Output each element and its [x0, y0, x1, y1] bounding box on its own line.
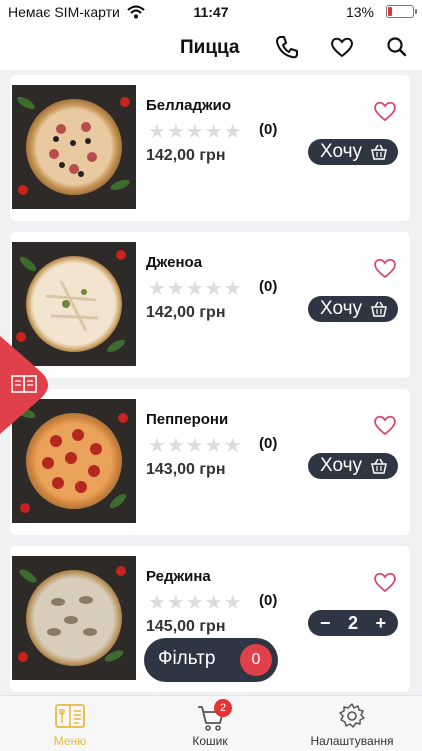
filter-button[interactable]: Фільтр 0	[144, 638, 278, 682]
tab-menu[interactable]: Меню	[40, 696, 100, 751]
product-name: Реджина	[146, 568, 211, 585]
product-price: 142,00 грн	[146, 304, 226, 321]
filter-label: Фільтр	[158, 648, 216, 669]
product-price: 145,00 грн	[146, 618, 226, 635]
side-menu-tab[interactable]	[0, 336, 56, 434]
rating-count: (0)	[259, 278, 278, 295]
want-label: Хочу	[320, 455, 363, 476]
header: Пицца	[0, 24, 422, 70]
product-card[interactable]: Дженоа ★★★★★ (0) 142,00 грн Хочу	[10, 232, 410, 378]
product-name: Дженоа	[146, 254, 203, 271]
rating-stars[interactable]: ★★★★★	[148, 433, 243, 458]
basket-icon	[371, 458, 387, 474]
product-price: 142,00 грн	[146, 147, 226, 164]
product-name: Пепперони	[146, 411, 229, 428]
heart-icon[interactable]	[372, 413, 398, 437]
product-price: 143,00 грн	[146, 461, 226, 478]
gear-icon	[339, 703, 365, 728]
tab-cart[interactable]: 2 Кошик	[180, 696, 240, 751]
rating-stars[interactable]: ★★★★★	[148, 119, 243, 144]
favorites-icon[interactable]	[329, 34, 355, 60]
rating-count: (0)	[259, 592, 278, 609]
heart-icon[interactable]	[372, 99, 398, 123]
increment-button[interactable]: +	[375, 610, 386, 636]
tab-label: Меню	[53, 734, 87, 748]
product-name: Белладжио	[146, 97, 232, 114]
want-button[interactable]: Хочу	[308, 453, 398, 479]
product-list[interactable]: Белладжио ★★★★★ (0) 142,00 грн Хочу Джен…	[0, 70, 422, 695]
rating-count: (0)	[259, 121, 278, 138]
basket-icon	[371, 144, 387, 160]
menu-book-icon	[55, 704, 85, 728]
product-image	[12, 556, 136, 680]
want-button[interactable]: Хочу	[308, 296, 398, 322]
quantity-stepper: − 2 +	[308, 610, 398, 636]
search-icon[interactable]	[384, 34, 410, 60]
tab-label: Налаштування	[310, 734, 394, 748]
cart-count-badge: 2	[214, 699, 232, 717]
product-image	[12, 85, 136, 209]
status-bar: Немає SIM-карти 11:47 13%	[0, 0, 422, 24]
tab-bar: Меню 2 Кошик Налаштування	[0, 695, 422, 751]
tab-settings[interactable]: Налаштування	[300, 696, 404, 751]
product-card[interactable]: Пепперони ★★★★★ (0) 143,00 грн Хочу	[10, 389, 410, 535]
rating-stars[interactable]: ★★★★★	[148, 590, 243, 615]
want-label: Хочу	[320, 141, 363, 162]
want-button[interactable]: Хочу	[308, 139, 398, 165]
page-title: Пицца	[180, 37, 240, 58]
battery-icon	[386, 5, 417, 18]
heart-icon[interactable]	[372, 570, 398, 594]
heart-icon[interactable]	[372, 256, 398, 280]
basket-icon	[371, 301, 387, 317]
battery-percent: 13%	[345, 4, 374, 20]
rating-stars[interactable]: ★★★★★	[148, 276, 243, 301]
tab-label: Кошик	[192, 734, 228, 748]
want-label: Хочу	[320, 298, 363, 319]
rating-count: (0)	[259, 435, 278, 452]
product-card[interactable]: Белладжио ★★★★★ (0) 142,00 грн Хочу	[10, 75, 410, 221]
filter-count-badge: 0	[240, 644, 272, 676]
phone-icon[interactable]	[274, 34, 300, 60]
